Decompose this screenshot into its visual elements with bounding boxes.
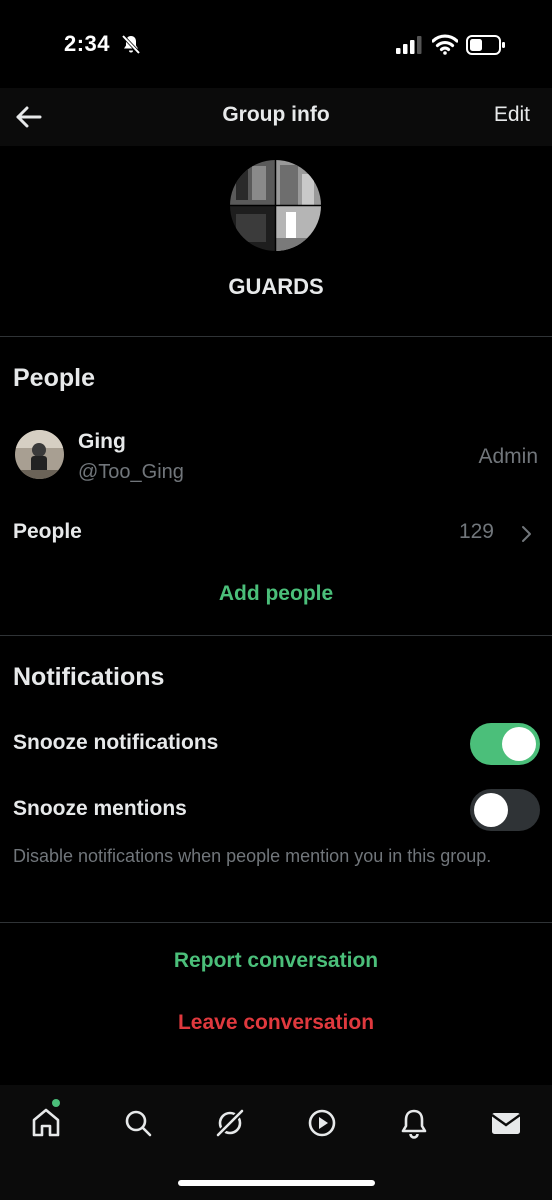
mail-icon [491, 1113, 521, 1134]
tab-messages[interactable] [486, 1103, 526, 1143]
divider [0, 922, 552, 923]
snooze-notifications-label: Snooze notifications [13, 731, 219, 754]
wifi-icon [431, 33, 459, 60]
people-section-title: People [13, 364, 95, 392]
tab-search[interactable] [118, 1103, 158, 1143]
bell-icon [401, 1109, 427, 1139]
video-icon [308, 1109, 336, 1137]
group-avatar[interactable] [230, 160, 321, 251]
edit-button[interactable]: Edit [494, 103, 530, 127]
page-title: Group info [222, 103, 330, 126]
people-count-row[interactable]: People 129 [0, 510, 552, 556]
chevron-right-icon [520, 525, 532, 548]
member-handle: @Too_Ging [78, 461, 184, 483]
home-icon [32, 1108, 60, 1137]
signal-icon [396, 36, 422, 59]
snooze-mentions-label: Snooze mentions [13, 797, 187, 820]
status-bar: 2:34 [0, 0, 552, 88]
bell-off-icon [120, 33, 142, 60]
tab-video[interactable] [302, 1103, 342, 1143]
divider [0, 635, 552, 636]
battery-icon [466, 35, 506, 60]
admin-badge: Admin [478, 445, 538, 468]
group-name: GUARDS [228, 274, 324, 299]
tab-notifications[interactable] [394, 1103, 434, 1143]
notifications-section-title: Notifications [13, 663, 165, 691]
avatar [15, 430, 64, 479]
people-count: 129 [458, 520, 494, 543]
people-row-label: People [13, 520, 82, 543]
add-people-button[interactable]: Add people [0, 582, 552, 606]
tab-grok[interactable] [210, 1103, 250, 1143]
notification-dot [52, 1099, 60, 1107]
snooze-mentions-toggle[interactable] [470, 789, 540, 831]
home-indicator [178, 1180, 375, 1186]
toggle-knob [474, 793, 508, 827]
status-time: 2:34 [64, 31, 111, 56]
snooze-mentions-hint: Disable notifications when people mentio… [13, 846, 492, 866]
search-icon [125, 1110, 152, 1137]
tab-home[interactable] [26, 1099, 66, 1143]
toggle-knob [502, 727, 536, 761]
report-conversation-button[interactable]: Report conversation [0, 949, 552, 973]
grok-icon [214, 1107, 246, 1139]
snooze-notifications-toggle[interactable] [470, 723, 540, 765]
divider [0, 336, 552, 337]
leave-conversation-button[interactable]: Leave conversation [0, 1011, 552, 1035]
nav-bar: Group info Edit [0, 88, 552, 146]
member-name: Ging [78, 430, 126, 453]
member-row[interactable]: Ging @Too_Ging Admin [0, 420, 552, 496]
